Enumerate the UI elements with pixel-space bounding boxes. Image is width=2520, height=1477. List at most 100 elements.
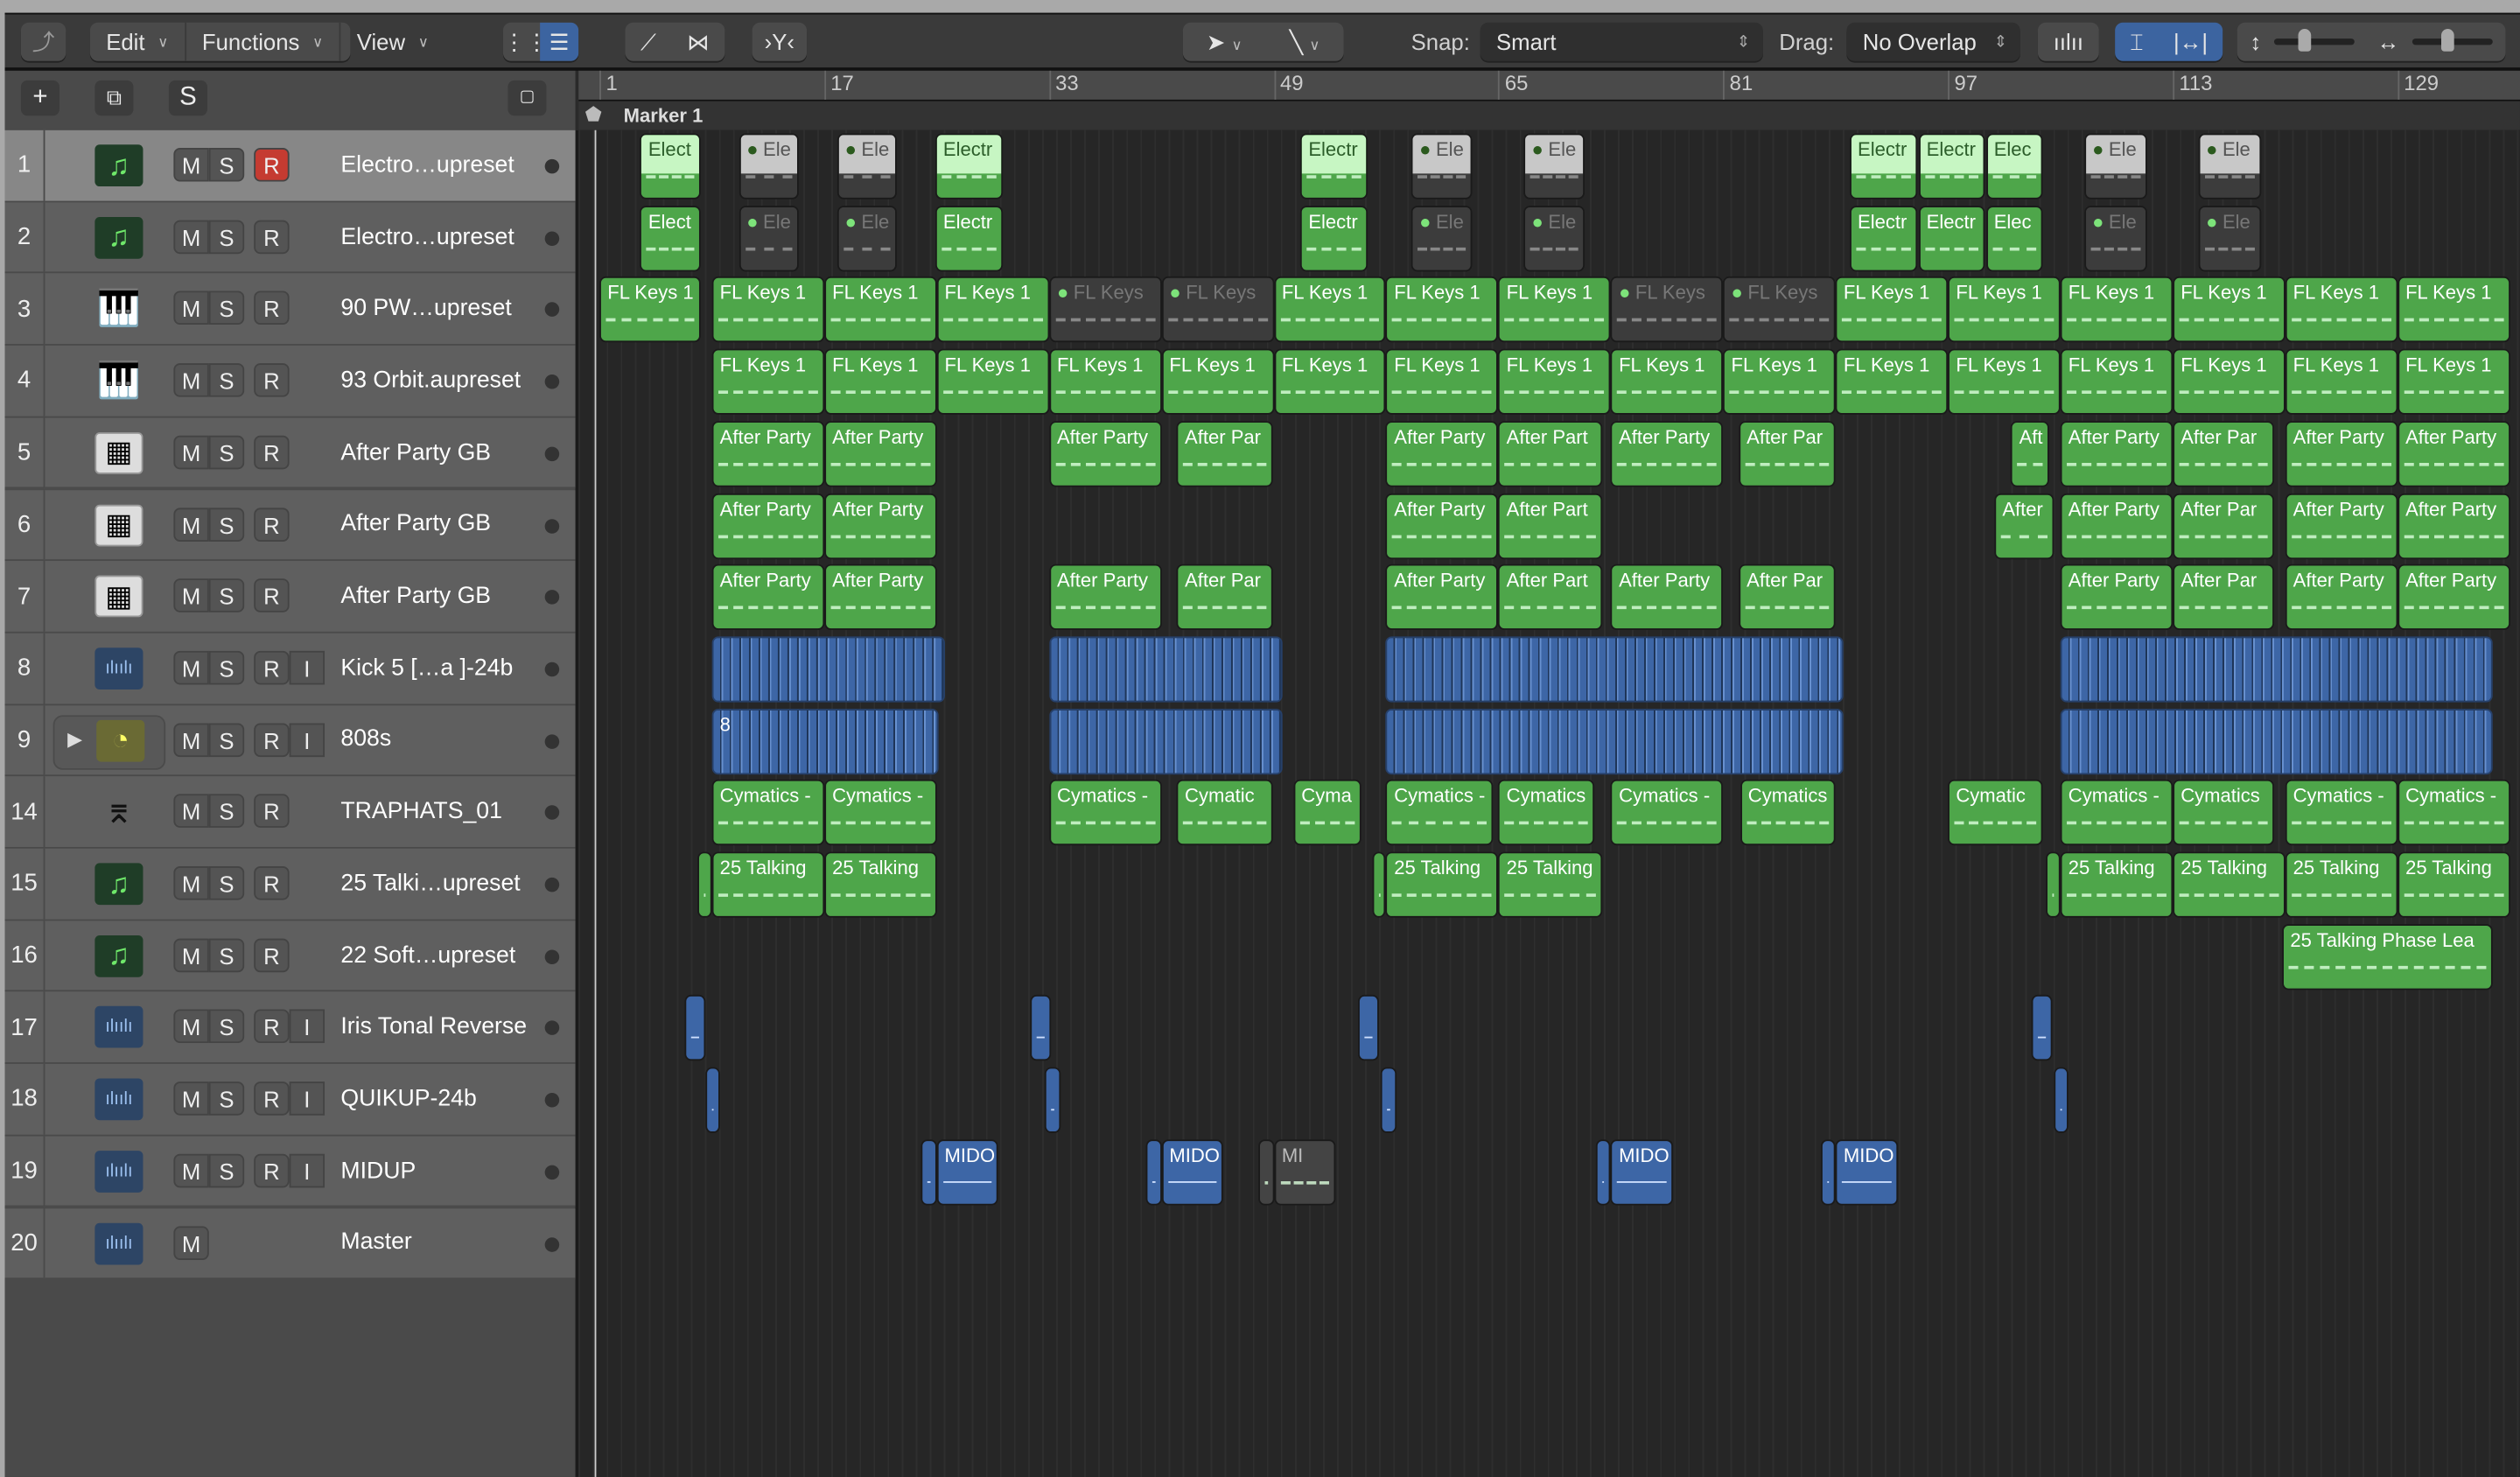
region[interactable]: FL Keys 1 — [1386, 276, 1499, 343]
region[interactable]: Ele — [1410, 133, 1472, 200]
region[interactable]: After Party — [823, 420, 937, 487]
playhead-handle-icon[interactable]: ⬟ — [585, 103, 602, 126]
region[interactable] — [2060, 708, 2494, 774]
region[interactable] — [1371, 851, 1387, 918]
region[interactable]: Elect — [640, 133, 701, 200]
track-header-15[interactable]: 15 ♫ M S R 25 Talki…upreset — [4, 848, 576, 920]
region[interactable] — [697, 851, 712, 918]
region[interactable]: After Party — [1386, 564, 1499, 631]
grid-view-icon[interactable]: ⋮⋮ — [503, 28, 548, 55]
region[interactable]: MI — [1273, 1138, 1336, 1206]
record-enable-button[interactable]: R — [254, 865, 290, 900]
solo-button[interactable]: S — [208, 147, 245, 182]
track-header-6[interactable]: 6 ▦ M S R After Party GB — [4, 489, 576, 562]
flex-time-icon[interactable]: ⋈ — [687, 28, 710, 55]
note-instrument-icon[interactable]: ♫ — [94, 863, 144, 906]
region[interactable]: Cymatics — [1498, 780, 1594, 846]
snap-select[interactable]: Smart ⇕ — [1480, 22, 1763, 61]
region[interactable]: FL Keys 1 — [1048, 348, 1162, 416]
input-monitor-button[interactable]: I — [289, 722, 326, 757]
track-name[interactable]: After Party GB — [340, 417, 491, 487]
region[interactable]: 25 Talking — [1498, 851, 1603, 918]
region[interactable] — [1357, 995, 1380, 1061]
track-header-18[interactable]: 18 ılıılı M S R I QUIKUP-24b — [4, 1064, 576, 1137]
region[interactable]: After Par — [1176, 420, 1273, 487]
automation-icon[interactable]: ⟋ — [640, 28, 656, 55]
functions-menu[interactable]: Functions ∨ — [186, 22, 341, 61]
region[interactable]: After Party — [2285, 564, 2398, 631]
region[interactable]: Electr — [934, 133, 1003, 200]
region[interactable]: 25 Talking — [2285, 851, 2398, 918]
solo-button[interactable]: S — [208, 1010, 245, 1044]
note-instrument-icon[interactable]: ♫ — [94, 216, 144, 259]
region[interactable]: After Par — [1176, 564, 1273, 631]
region[interactable]: FL Keys 1 — [1498, 276, 1611, 343]
track-name[interactable]: 25 Talki…upreset — [340, 849, 520, 919]
view-menu[interactable]: View ∨ — [340, 23, 444, 61]
region[interactable]: FL Keys 1 — [1835, 276, 1949, 343]
region[interactable]: Cymatics - — [1386, 780, 1494, 846]
solo-button[interactable]: S — [208, 1082, 245, 1116]
region[interactable]: After Party — [711, 492, 824, 559]
region[interactable]: Cymatics - — [1048, 780, 1162, 846]
mute-button[interactable]: M — [173, 1153, 209, 1187]
record-enable-button[interactable]: R — [254, 507, 290, 542]
track-name[interactable]: QUIKUP-24b — [340, 1064, 476, 1134]
wave-instrument-icon[interactable]: ılıılı — [94, 1150, 144, 1193]
region[interactable]: FL Keys 1 — [936, 276, 1049, 343]
region[interactable]: Ele — [738, 205, 800, 271]
track-header-5[interactable]: 5 ▦ M S R After Party GB — [4, 417, 576, 490]
collapse-icon[interactable]: ▢ — [508, 80, 547, 116]
track-header-1[interactable]: 1 ♫ M S R Electro…upreset — [4, 130, 576, 202]
region[interactable]: After Par — [2173, 492, 2274, 559]
region[interactable]: After Party — [2060, 420, 2174, 487]
track-name[interactable]: Master — [340, 1208, 411, 1278]
region[interactable]: Ele — [2197, 205, 2262, 271]
region[interactable]: 25 Talking — [823, 851, 937, 918]
region[interactable]: Elect — [640, 205, 701, 271]
region[interactable]: FL Keys 1 — [1610, 348, 1724, 416]
region[interactable]: FL Keys 1 — [1723, 348, 1836, 416]
region[interactable]: FL Keys — [1723, 276, 1836, 343]
region[interactable]: After Party — [711, 420, 824, 487]
region[interactable] — [2053, 1067, 2069, 1134]
back-arrow-icon[interactable]: ⤴ — [20, 22, 66, 61]
region[interactable] — [704, 1067, 721, 1134]
region[interactable]: After Par — [2173, 420, 2274, 487]
region[interactable]: After Par — [1738, 564, 1836, 631]
region[interactable]: 8 — [711, 708, 938, 774]
region[interactable]: 25 Talking Phase Lea — [2282, 923, 2494, 990]
region[interactable]: FL Keys 1 — [936, 348, 1049, 416]
track-header-19[interactable]: 19 ılıılı M S R I MIDUP — [4, 1136, 576, 1208]
record-enable-button[interactable]: R — [254, 722, 290, 757]
solo-button[interactable]: S — [208, 865, 245, 900]
region[interactable]: After Party — [2397, 420, 2510, 487]
region[interactable] — [2030, 995, 2052, 1061]
piano-instrument-icon[interactable]: 🎹 — [94, 360, 143, 402]
marker-1[interactable]: Marker 1 — [624, 104, 704, 127]
track-name[interactable]: 808s — [340, 705, 391, 775]
region[interactable]: FL Keys 1 — [2060, 276, 2174, 343]
wave-instrument-icon[interactable]: ılıılı — [94, 1222, 144, 1264]
horizontal-zoom-icon[interactable]: |↔| — [2174, 29, 2208, 54]
mute-button[interactable]: M — [173, 1082, 209, 1116]
region[interactable]: After Party — [2397, 492, 2510, 559]
input-monitor-button[interactable]: I — [289, 1010, 326, 1044]
mute-button[interactable]: M — [173, 865, 209, 900]
mute-button[interactable]: M — [173, 1225, 209, 1260]
region[interactable]: FL Keys — [1048, 276, 1162, 343]
region[interactable] — [2046, 851, 2061, 918]
region[interactable]: 25 Talking — [2060, 851, 2174, 918]
region[interactable]: FL Keys 1 — [2285, 348, 2398, 416]
track-name[interactable]: MIDUP — [340, 1136, 416, 1206]
region[interactable]: FL Keys 1 — [1273, 348, 1387, 416]
region[interactable]: FL Keys 1 — [2397, 348, 2510, 416]
duplicate-track-button[interactable]: ⧉ — [94, 80, 134, 116]
region[interactable] — [1044, 1067, 1060, 1134]
pointer-tool-icon[interactable]: ➤ ∨ — [1207, 28, 1242, 55]
region[interactable] — [1048, 636, 1283, 703]
region[interactable]: Ele — [1410, 205, 1472, 271]
region[interactable]: After Party — [823, 564, 937, 631]
region[interactable]: Electr — [1300, 205, 1368, 271]
mute-button[interactable]: M — [173, 291, 209, 326]
